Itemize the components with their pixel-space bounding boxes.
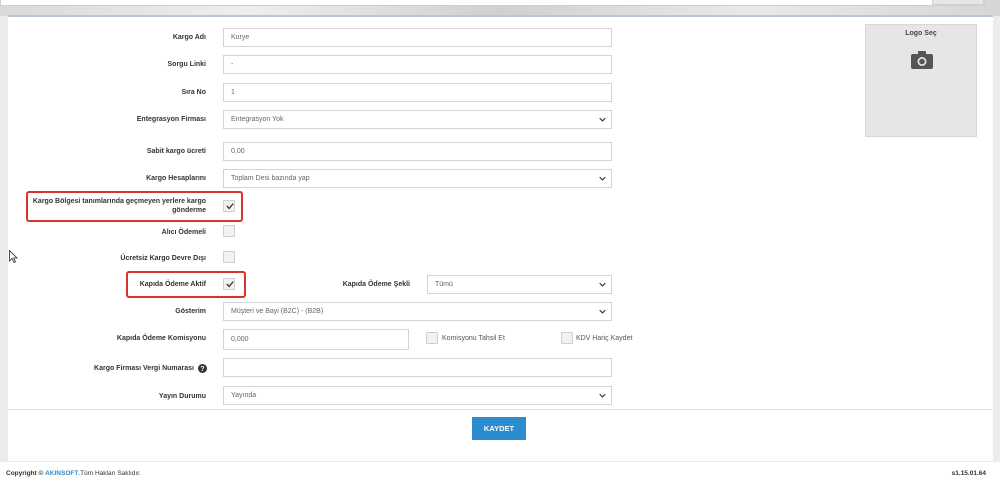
komisyon-tahsil-checkbox[interactable] (426, 332, 438, 344)
save-button[interactable]: KAYDET (472, 417, 526, 440)
komisyon-label: Kapıda Ödeme Komisyonu (116, 335, 206, 342)
logo-label: Logo Seç (905, 30, 937, 37)
ucretsiz-devre-disi-label: Ücretsiz Kargo Devre Dışı (120, 255, 206, 262)
help-icon[interactable]: ? (198, 364, 207, 373)
checkmark-icon (226, 281, 234, 288)
vergi-no-input[interactable] (223, 358, 612, 377)
kapida-odeme-sekli-select[interactable]: Tümü (427, 275, 612, 294)
kapida-odeme-aktif-checkbox[interactable] (223, 278, 235, 290)
vergi-no-label: Kargo Firması Vergi Numarası (94, 365, 194, 372)
kapida-odeme-sekli-label: Kapıda Ödeme Şekli (342, 281, 410, 288)
version-label: s1.15.01.64 (951, 470, 986, 477)
yayin-durumu-label: Yayın Durumu (158, 393, 206, 400)
copyright-rights: .Tüm Hakları Saklıdır. (78, 470, 141, 477)
kapida-odeme-aktif-label: Kapıda Ödeme Aktif (139, 281, 206, 288)
gosterim-value: Müşteri ve Bayi (B2C) - (B2B) (231, 308, 324, 315)
sira-no-input[interactable]: 1 (223, 83, 612, 102)
alici-odemeli-checkbox[interactable] (223, 225, 235, 237)
footer (0, 462, 1000, 481)
gosterim-select[interactable]: Müşteri ve Bayi (B2C) - (B2B) (223, 302, 612, 321)
chevron-down-icon (599, 309, 606, 314)
yayin-durumu-value: Yayında (231, 392, 257, 399)
sabit-ucret-input[interactable]: 0,00 (223, 142, 612, 161)
form-divider (8, 409, 993, 410)
chevron-down-icon (599, 393, 606, 398)
camera-icon (911, 51, 933, 69)
komisyon-tahsil-label: Komisyonu Tahsil Et (442, 335, 505, 342)
kdv-haric-label: KDV Hariç Kaydet (576, 335, 633, 342)
checkmark-icon (226, 203, 234, 210)
chevron-down-icon (599, 176, 606, 181)
bolge-disi-checkbox[interactable] (223, 200, 235, 212)
komisyon-input[interactable]: 0,000 (223, 329, 409, 350)
kargo-adi-label: Kargo Adı (172, 34, 206, 41)
alici-odemeli-label: Alıcı Ödemeli (161, 229, 206, 236)
kargo-adi-input[interactable]: Kurye (223, 28, 612, 47)
chevron-down-icon (599, 117, 606, 122)
entegrasyon-select[interactable]: Entegrasyon Yok (223, 110, 612, 129)
sira-no-label: Sıra No (181, 89, 206, 96)
kdv-haric-checkbox[interactable] (561, 332, 573, 344)
kargo-hesaplama-label: Kargo Hesaplarını (146, 175, 206, 182)
sabit-ucret-label: Sabit kargo ücreti (146, 148, 206, 155)
gosterim-label: Gösterim (175, 308, 206, 315)
entegrasyon-label: Entegrasyon Firması (136, 116, 206, 123)
kargo-hesaplama-select[interactable]: Toplam Desi bazında yap (223, 169, 612, 188)
kapida-odeme-sekli-value: Tümü (435, 281, 453, 288)
svg-text:?: ? (200, 364, 204, 373)
copyright: Copyright © AKINSOFT.Tüm Hakları Saklıdı… (6, 470, 141, 477)
ucretsiz-devre-disi-checkbox[interactable] (223, 251, 235, 263)
entegrasyon-value: Entegrasyon Yok (231, 116, 284, 123)
bolge-disi-label-line2: gönderme (172, 207, 206, 214)
yayin-durumu-select[interactable]: Yayında (223, 386, 612, 405)
kargo-hesaplama-value: Toplam Desi bazında yap (231, 175, 310, 182)
sorgu-linki-label: Sorgu Linki (167, 61, 207, 68)
bolge-disi-label-line1: Kargo Bölgesi tanımlarında geçmeyen yerl… (32, 198, 206, 205)
top-card (0, 0, 985, 6)
mouse-cursor-icon (9, 250, 18, 263)
top-card-button[interactable] (932, 0, 984, 5)
logo-picker[interactable]: Logo Seç (865, 24, 977, 137)
sorgu-linki-input[interactable]: - (223, 55, 612, 74)
bolge-disi-label: Kargo Bölgesi tanımlarında geçmeyen yerl… (30, 197, 206, 215)
copyright-prefix: Copyright © (6, 470, 44, 477)
brand-link[interactable]: AKINSOFT (45, 470, 78, 477)
chevron-down-icon (599, 282, 606, 287)
